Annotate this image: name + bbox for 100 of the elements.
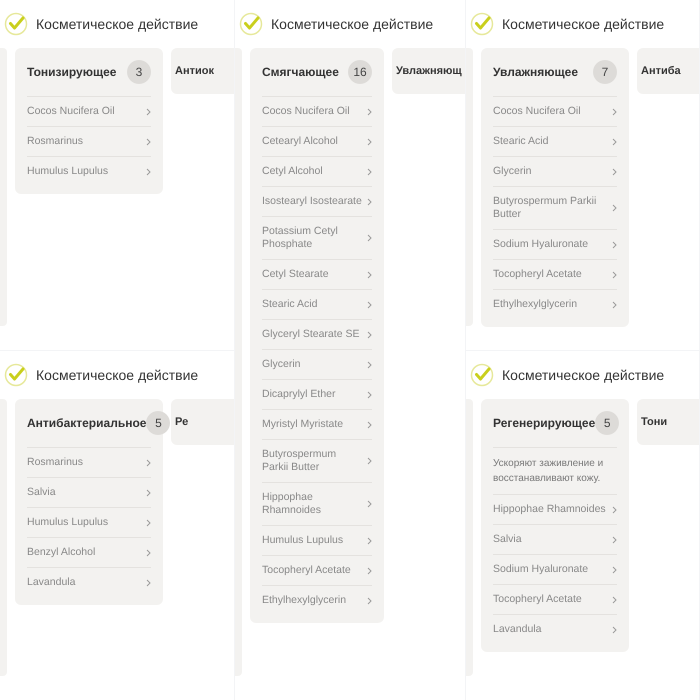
chevron-right-icon xyxy=(612,108,617,116)
ingredient-row[interactable]: Isostearyl Isostearate xyxy=(262,187,372,217)
section-heading: Косметическое действие xyxy=(36,14,198,34)
ingredient-row[interactable]: Cocos Nucifera Oil xyxy=(27,97,151,127)
card-title: Антиба xyxy=(641,64,681,79)
chevron-right-icon xyxy=(367,330,372,338)
count-badge: 5 xyxy=(595,411,620,435)
ingredient-row[interactable]: Benzyl Alcohol xyxy=(27,538,151,568)
card-title: Антибактериальное xyxy=(27,415,146,432)
ingredient-row[interactable]: Salvia xyxy=(27,478,151,508)
chevron-right-icon xyxy=(146,138,151,146)
chevron-right-icon xyxy=(612,270,617,278)
ingredient-row[interactable]: Dicaprylyl Ether xyxy=(262,380,372,410)
chevron-right-icon xyxy=(146,548,151,556)
ingredient-row[interactable]: Cetearyl Alcohol xyxy=(262,127,372,157)
chevron-right-icon xyxy=(367,138,372,146)
chevron-right-icon xyxy=(146,488,151,496)
check-circle-icon xyxy=(4,363,28,387)
ingredient-row[interactable]: Humulus Lupulus xyxy=(27,157,151,186)
ingredient-row[interactable]: Humulus Lupulus xyxy=(262,526,372,556)
ingredient-row[interactable]: Salvia xyxy=(493,525,617,555)
ingredient-row[interactable]: Stearic Acid xyxy=(493,127,617,157)
ingredient-row[interactable]: Humulus Lupulus xyxy=(27,508,151,538)
chevron-right-icon xyxy=(367,566,372,574)
chevron-right-icon xyxy=(146,518,151,526)
chevron-right-icon xyxy=(367,420,372,428)
ingredient-row[interactable]: Cocos Nucifera Oil xyxy=(262,97,372,127)
ingredient-row[interactable]: Tocopheryl Acetate xyxy=(262,556,372,586)
chevron-right-icon xyxy=(612,506,617,514)
ingredient-row[interactable]: Tocopheryl Acetate xyxy=(493,260,617,290)
count-badge: 16 xyxy=(348,60,372,84)
ingredient-row[interactable]: Ethylhexylglycerin xyxy=(262,586,372,615)
section-heading: Косметическое действие xyxy=(36,366,198,385)
ingredient-row[interactable]: Sodium Hyaluronate xyxy=(493,555,617,585)
ingredient-row[interactable]: Rosmarinus xyxy=(27,448,151,478)
chevron-right-icon xyxy=(612,566,617,574)
card-title: Смягчающее xyxy=(262,64,339,81)
chevron-right-icon xyxy=(612,300,617,308)
chevron-right-icon xyxy=(367,234,372,242)
count-badge: 7 xyxy=(593,60,617,84)
chevron-right-icon xyxy=(612,596,617,604)
count-badge: 3 xyxy=(127,60,151,84)
chevron-right-icon xyxy=(367,300,372,308)
ingredient-row[interactable]: Glycerin xyxy=(262,350,372,380)
card-title: Тони xyxy=(641,414,668,430)
section-heading: Косметическое действие xyxy=(502,14,664,34)
chevron-right-icon xyxy=(367,500,372,508)
chevron-right-icon xyxy=(367,536,372,544)
next-card-tab[interactable]: Увлажняющ xyxy=(392,48,465,94)
chevron-right-icon xyxy=(367,168,372,176)
ingredient-row[interactable]: Glycerin xyxy=(493,157,617,187)
section-heading: Косметическое действие xyxy=(502,366,664,385)
ingredient-row[interactable]: Tocopheryl Acetate xyxy=(493,585,617,615)
chevron-right-icon xyxy=(612,138,617,146)
ingredient-row[interactable]: Sodium Hyaluronate xyxy=(493,230,617,260)
ingredient-row[interactable]: Butyrospermum Parkii Butter xyxy=(262,440,372,483)
check-circle-icon xyxy=(470,363,494,387)
chevron-right-icon xyxy=(146,578,151,586)
section-heading: Косметическое действие xyxy=(271,14,434,34)
chevron-right-icon xyxy=(146,168,151,176)
ingredient-row[interactable]: Hippophae Rhamnoides xyxy=(262,483,372,526)
card-title: Антиок xyxy=(175,64,214,79)
check-circle-icon xyxy=(239,12,263,36)
chevron-right-icon xyxy=(367,596,372,604)
ingredient-row[interactable]: Lavandula xyxy=(27,568,151,597)
chevron-right-icon xyxy=(612,204,617,212)
ingredient-row[interactable]: Butyrospermum Parkii Butter xyxy=(493,187,617,230)
chevron-right-icon xyxy=(367,360,372,368)
ingredient-row[interactable]: Ethylhexylglycerin xyxy=(493,290,617,319)
ingredient-row[interactable]: Cetyl Alcohol xyxy=(262,157,372,187)
card-title: Тонизирующее xyxy=(27,64,116,81)
card-title: Ре xyxy=(175,414,188,430)
next-card-tab[interactable]: Ре xyxy=(171,399,234,445)
chevron-right-icon xyxy=(367,457,372,465)
next-card-tab[interactable]: Антиок xyxy=(171,48,234,94)
chevron-right-icon xyxy=(612,240,617,248)
card-title: Увлажняющее xyxy=(493,64,578,81)
chevron-right-icon xyxy=(367,198,372,206)
chevron-right-icon xyxy=(612,536,617,544)
ingredient-row[interactable]: Cetyl Stearate xyxy=(262,260,372,290)
ingredient-row[interactable]: Glyceryl Stearate SE xyxy=(262,320,372,350)
ingredient-row[interactable]: Cocos Nucifera Oil xyxy=(493,97,617,127)
chevron-right-icon xyxy=(146,108,151,116)
card-title: Регенерирующее xyxy=(493,415,596,432)
ingredient-row[interactable]: Lavandula xyxy=(493,615,617,644)
next-card-tab[interactable]: Тони xyxy=(637,399,699,445)
chevron-right-icon xyxy=(146,458,151,466)
next-card-tab[interactable]: Антиба xyxy=(637,48,699,94)
card-title: Увлажняющ xyxy=(396,64,462,79)
ingredient-row[interactable]: Hippophae Rhamnoides xyxy=(493,495,617,525)
count-badge: 5 xyxy=(146,411,170,435)
ingredient-row[interactable]: Stearic Acid xyxy=(262,290,372,320)
chevron-right-icon xyxy=(612,626,617,634)
check-circle-icon xyxy=(470,12,494,36)
ingredient-row[interactable]: Potassium Cetyl Phosphate xyxy=(262,217,372,260)
ingredient-row[interactable]: Rosmarinus xyxy=(27,127,151,157)
chevron-right-icon xyxy=(612,168,617,176)
card-description: Ускоряют заживление и восстанавливают кожу. xyxy=(493,448,617,495)
chevron-right-icon xyxy=(367,108,372,116)
ingredient-row[interactable]: Myristyl Myristate xyxy=(262,410,372,440)
